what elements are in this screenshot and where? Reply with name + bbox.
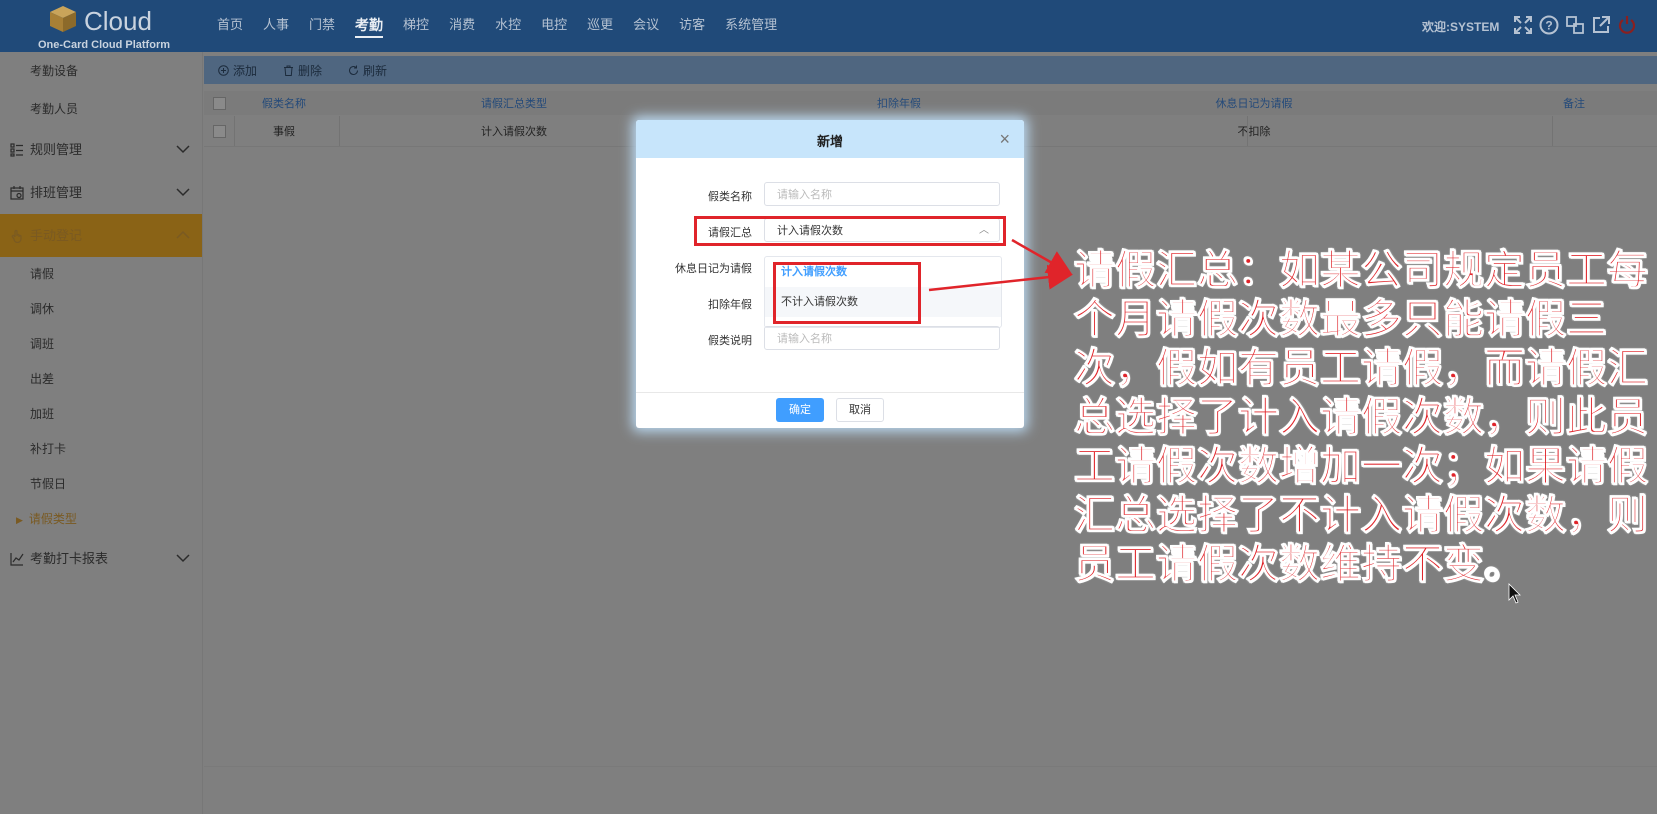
arrow-from-field [1011,238,1073,275]
annotation-text: 请假汇总：如某公司规定员工每个月请假次数最多只能请假三次，假如有员工请假，而请假… [1074,247,1649,588]
arrow-from-dropdown [928,264,1073,292]
